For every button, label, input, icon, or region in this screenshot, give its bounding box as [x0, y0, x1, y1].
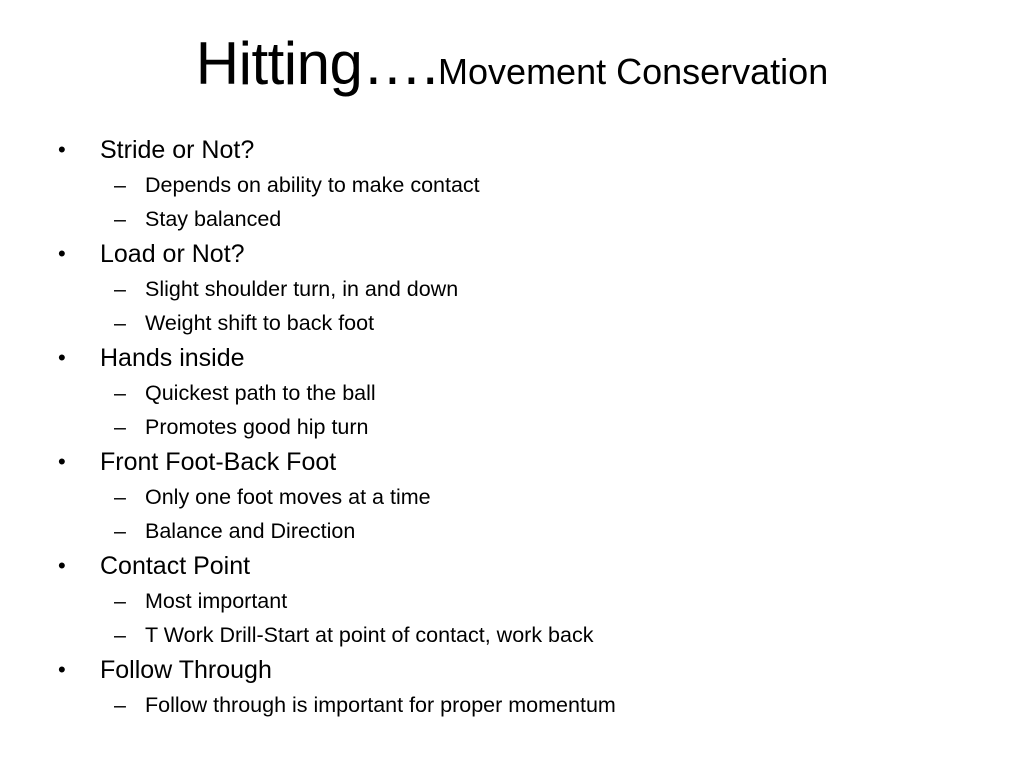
- bullet-icon: •: [58, 345, 66, 370]
- bullet-list: • Stride or Not? – Depends on ability to…: [0, 132, 1024, 722]
- sub-bullet-text: T Work Drill-Start at point of contact, …: [145, 623, 594, 647]
- bullet-item: • Contact Point: [0, 548, 1024, 584]
- sub-bullet-text: Only one foot moves at a time: [145, 485, 431, 509]
- sub-bullet-item: – Slight shoulder turn, in and down: [0, 272, 1024, 306]
- sub-bullet-item: – Weight shift to back foot: [0, 306, 1024, 340]
- sub-bullet-item: – Balance and Direction: [0, 514, 1024, 548]
- sub-bullet-item: – T Work Drill-Start at point of contact…: [0, 618, 1024, 652]
- dash-icon: –: [114, 207, 126, 231]
- slide: Hitting….Movement Conservation • Stride …: [0, 0, 1024, 768]
- dash-icon: –: [114, 173, 126, 197]
- bullet-text: Load or Not?: [100, 240, 245, 268]
- bullet-icon: •: [58, 657, 66, 682]
- sub-bullet-text: Follow through is important for proper m…: [145, 693, 616, 717]
- sub-bullet-item: – Stay balanced: [0, 202, 1024, 236]
- sub-bullet-text: Slight shoulder turn, in and down: [145, 277, 459, 301]
- bullet-text: Hands inside: [100, 344, 245, 372]
- sub-bullet-text: Weight shift to back foot: [145, 311, 375, 335]
- sub-bullet-text: Quickest path to the ball: [145, 381, 376, 405]
- bullet-text: Stride or Not?: [100, 136, 255, 164]
- bullet-item: • Stride or Not?: [0, 132, 1024, 168]
- sub-bullet-item: – Most important: [0, 584, 1024, 618]
- sub-bullet-item: – Quickest path to the ball: [0, 376, 1024, 410]
- slide-title-sub: Movement Conservation: [438, 51, 829, 92]
- sub-bullet-item: – Only one foot moves at a time: [0, 480, 1024, 514]
- dash-icon: –: [114, 277, 126, 301]
- bullet-item: • Load or Not?: [0, 236, 1024, 272]
- dash-icon: –: [114, 311, 126, 335]
- sub-bullet-text: Depends on ability to make contact: [145, 173, 480, 197]
- bullet-icon: •: [58, 241, 66, 266]
- dash-icon: –: [114, 589, 126, 613]
- dash-icon: –: [114, 415, 126, 439]
- bullet-icon: •: [58, 449, 66, 474]
- sub-bullet-item: – Promotes good hip turn: [0, 410, 1024, 444]
- sub-bullet-text: Balance and Direction: [145, 519, 356, 543]
- sub-bullet-text: Most important: [145, 589, 288, 613]
- slide-title: Hitting….Movement Conservation: [0, 34, 1024, 94]
- slide-title-main: Hitting….: [195, 30, 439, 97]
- bullet-icon: •: [58, 137, 66, 162]
- bullet-item: • Follow Through: [0, 652, 1024, 688]
- bullet-text: Front Foot-Back Foot: [100, 448, 337, 476]
- dash-icon: –: [114, 693, 126, 717]
- bullet-text: Contact Point: [100, 552, 251, 580]
- bullet-text: Follow Through: [100, 656, 272, 684]
- sub-bullet-text: Promotes good hip turn: [145, 415, 369, 439]
- dash-icon: –: [114, 381, 126, 405]
- dash-icon: –: [114, 623, 126, 647]
- sub-bullet-item: – Depends on ability to make contact: [0, 168, 1024, 202]
- sub-bullet-text: Stay balanced: [145, 207, 282, 231]
- sub-bullet-item: – Follow through is important for proper…: [0, 688, 1024, 722]
- bullet-item: • Front Foot-Back Foot: [0, 444, 1024, 480]
- bullet-item: • Hands inside: [0, 340, 1024, 376]
- dash-icon: –: [114, 485, 126, 509]
- dash-icon: –: [114, 519, 126, 543]
- bullet-icon: •: [58, 553, 66, 578]
